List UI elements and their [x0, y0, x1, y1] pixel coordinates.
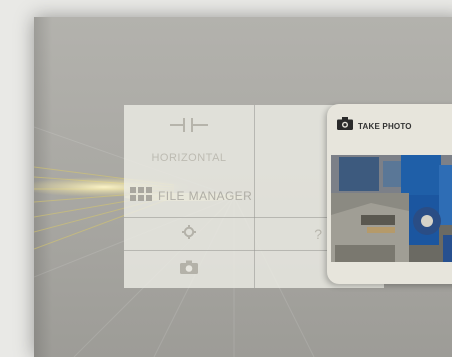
menu-item-settings[interactable]	[124, 218, 254, 250]
menu-item-horizontal-label: HORIZONTAL	[151, 151, 227, 164]
gear-icon	[182, 224, 196, 244]
menu-item-file-manager[interactable]: FILE MANAGER	[130, 185, 280, 207]
camera-icon	[337, 117, 353, 135]
folder-grid-icon	[130, 186, 152, 206]
menu-item-horizontal[interactable]: HORIZONTAL	[124, 105, 254, 175]
horizontal-connector-icon	[170, 117, 208, 138]
menu-item-file-manager-label: FILE MANAGER	[158, 189, 253, 203]
take-photo-card[interactable]: TAKE PHOTO	[327, 104, 452, 284]
camera-icon	[180, 260, 198, 279]
photo-preview-image	[331, 155, 452, 262]
question-icon: ?	[314, 226, 322, 242]
device-screen: HORIZONTAL VALU	[34, 17, 452, 357]
take-photo-header: TAKE PHOTO	[337, 117, 412, 135]
take-photo-title: TAKE PHOTO	[358, 121, 412, 131]
menu-item-camera[interactable]	[124, 251, 254, 288]
